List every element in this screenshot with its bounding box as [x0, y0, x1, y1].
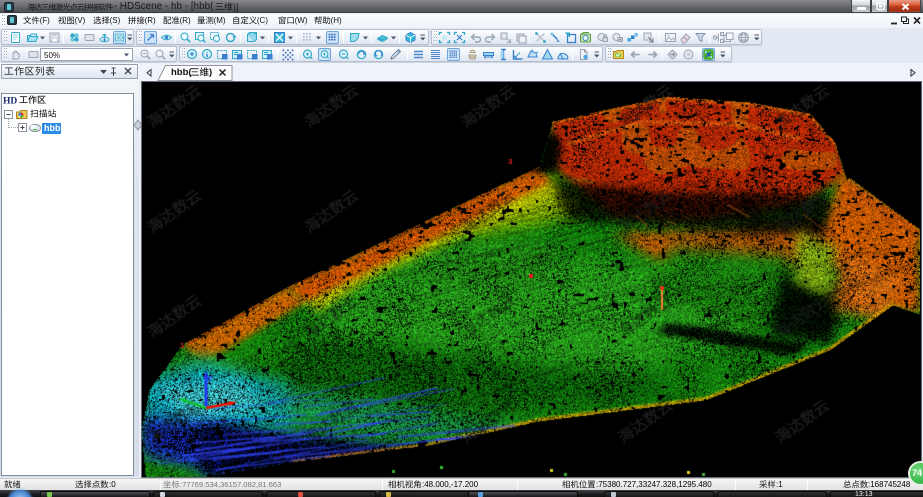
svg-text:3D: 3D: [116, 36, 123, 42]
svg-text:HD: HD: [3, 97, 17, 106]
